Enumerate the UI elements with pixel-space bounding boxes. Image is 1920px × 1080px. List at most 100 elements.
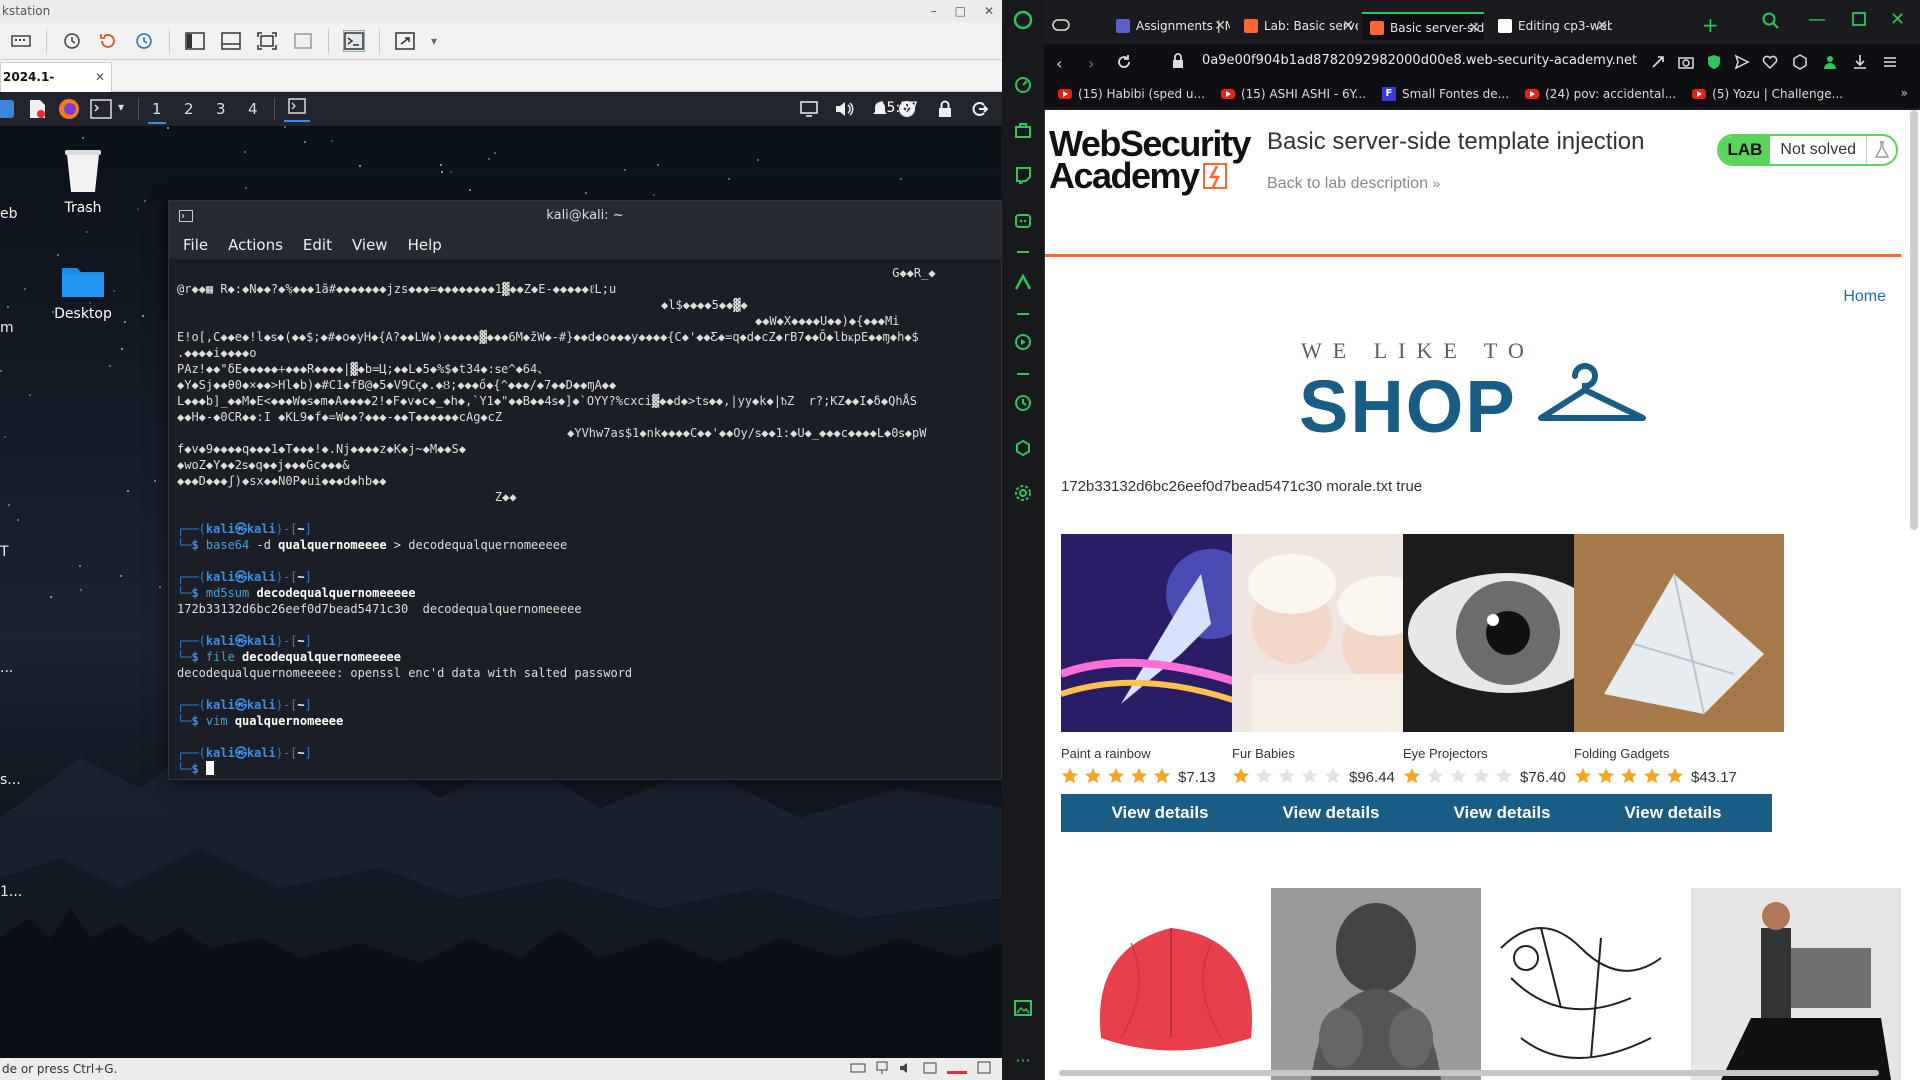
logout-icon[interactable] xyxy=(970,100,988,118)
search-tabs-icon[interactable] xyxy=(1762,12,1780,30)
chevron-down-icon[interactable]: ▾ xyxy=(430,30,438,52)
workspace-2[interactable]: 2 xyxy=(184,100,194,118)
minimize-icon[interactable]: — xyxy=(1808,9,1826,30)
snapshot-manager-icon[interactable] xyxy=(133,30,155,52)
menu-actions[interactable]: Actions xyxy=(228,236,283,254)
easy-setup-icon[interactable] xyxy=(1882,54,1898,70)
home-link[interactable]: Home xyxy=(1843,288,1886,306)
extensions-icon[interactable] xyxy=(1013,438,1033,458)
snapshot-icon[interactable] xyxy=(61,30,83,52)
gamepad-icon[interactable] xyxy=(1052,18,1070,32)
lock-icon[interactable] xyxy=(1172,53,1184,69)
stretch-view-icon[interactable] xyxy=(394,30,416,52)
address-bar[interactable]: 0a9e00f904b1ad8782092982000d00e8.web-sec… xyxy=(1202,53,1637,68)
heart-icon[interactable] xyxy=(1762,54,1778,70)
hdd-icon[interactable] xyxy=(850,1061,866,1075)
full-screen-icon[interactable] xyxy=(256,30,278,52)
discord-icon[interactable] xyxy=(1013,211,1033,231)
new-tab-button[interactable]: + xyxy=(1702,13,1719,37)
menu-view[interactable]: View xyxy=(352,236,388,254)
cube-icon[interactable] xyxy=(1792,54,1808,70)
forward-icon[interactable]: › xyxy=(1088,54,1094,73)
product-image-sketch[interactable] xyxy=(1481,888,1691,1080)
send-keys-icon[interactable] xyxy=(10,30,32,52)
firefox-icon[interactable] xyxy=(58,98,80,120)
unity-icon[interactable] xyxy=(292,30,314,52)
file-manager-icon[interactable] xyxy=(28,99,46,119)
gx-control-icon[interactable] xyxy=(1013,74,1033,94)
shield-icon[interactable] xyxy=(1706,54,1722,70)
browser-tab[interactable]: Lab: Basic server-si✕ xyxy=(1236,12,1358,40)
view-details-button[interactable]: View details xyxy=(1574,794,1772,832)
close-icon[interactable]: ✕ xyxy=(984,4,994,18)
close-tab-icon[interactable]: ✕ xyxy=(1214,12,1226,40)
menu-icon[interactable] xyxy=(0,100,14,118)
product-image-umbrella[interactable] xyxy=(1061,888,1271,1080)
settings-icon[interactable] xyxy=(1013,483,1033,503)
aria-icon[interactable] xyxy=(1013,272,1033,292)
wallpaper-icon[interactable] xyxy=(1013,998,1033,1018)
reload-icon[interactable] xyxy=(1116,54,1132,70)
bookmark[interactable]: (15) Habibi (sped u... xyxy=(1058,87,1205,101)
history-icon[interactable] xyxy=(1013,393,1033,413)
opera-logo-icon[interactable] xyxy=(1013,10,1033,30)
display-icon[interactable] xyxy=(800,101,818,117)
bookmark[interactable]: (24) pov: accidental... xyxy=(1525,87,1676,101)
close-tab-icon[interactable]: ✕ xyxy=(95,63,105,91)
close-icon[interactable]: ✕ xyxy=(1890,9,1905,30)
player-icon[interactable] xyxy=(1013,332,1033,352)
gx-corner-icon[interactable] xyxy=(1013,120,1033,140)
bookmark[interactable]: F Small Fontes de... xyxy=(1381,87,1509,101)
bookmark[interactable]: (15) ASHI ASHI - 6Y... xyxy=(1220,87,1366,101)
console-view-icon[interactable] xyxy=(343,29,365,52)
send-icon[interactable] xyxy=(1734,54,1750,70)
view-details-button[interactable]: View details xyxy=(1403,794,1601,832)
vm-tab[interactable]: 2024.1-vmware... ✕ xyxy=(0,62,112,112)
menu-help[interactable]: Help xyxy=(408,236,442,254)
revert-snapshot-icon[interactable] xyxy=(97,30,119,52)
message-icon[interactable] xyxy=(976,1061,992,1075)
product-image[interactable] xyxy=(1574,534,1784,732)
clock[interactable]: 15:57 xyxy=(878,100,918,116)
horizontal-scrollbar[interactable] xyxy=(1059,1070,1879,1076)
terminal-title-bar[interactable]: kali@kali: ~ xyxy=(169,201,1001,231)
close-tab-icon[interactable]: ✕ xyxy=(1468,14,1480,40)
workspace-3[interactable]: 3 xyxy=(216,100,226,118)
back-icon[interactable]: ‹ xyxy=(1056,54,1062,73)
download-icon[interactable] xyxy=(1852,54,1868,70)
library-view-icon[interactable] xyxy=(184,30,206,52)
browser-tab[interactable]: Editing cp3-web/R✕ xyxy=(1490,12,1612,40)
network-icon[interactable] xyxy=(874,1061,890,1075)
thumbnail-view-icon[interactable] xyxy=(220,30,242,52)
menu-edit[interactable]: Edit xyxy=(303,236,332,254)
product-image-presenter[interactable] xyxy=(1691,888,1901,1080)
sound-icon[interactable] xyxy=(898,1061,914,1075)
share-icon[interactable] xyxy=(1650,54,1666,70)
camera-icon[interactable] xyxy=(1678,54,1694,70)
terminal-window-button[interactable] xyxy=(284,98,310,122)
twitch-icon[interactable] xyxy=(1013,165,1033,185)
terminal-window[interactable]: kali@kali: ~ File Actions Edit View Help… xyxy=(168,200,1002,780)
volume-icon[interactable] xyxy=(834,100,854,118)
close-tab-icon[interactable]: ✕ xyxy=(1596,12,1608,40)
chevron-down-icon[interactable]: ▾ xyxy=(118,100,124,114)
maximize-icon[interactable] xyxy=(1852,12,1866,26)
bookmark[interactable]: (5) Yozu | Challenge... xyxy=(1692,87,1843,101)
lock-icon[interactable] xyxy=(938,100,952,118)
desktop-folder[interactable]: Desktop xyxy=(33,264,133,322)
view-details-button[interactable]: View details xyxy=(1232,794,1430,832)
desktop-trash[interactable]: Trash xyxy=(33,148,133,216)
back-to-lab-link[interactable]: Back to lab description » xyxy=(1267,175,1440,193)
product-image-muscle-dog[interactable] xyxy=(1271,888,1481,1080)
workspace-4[interactable]: 4 xyxy=(248,100,258,118)
web-security-academy-logo[interactable]: WebSecurity Academy xyxy=(1049,126,1251,194)
minimize-icon[interactable]: – xyxy=(931,4,937,18)
workspace-1[interactable]: 1 xyxy=(148,100,166,124)
browser-tab[interactable]: Basic server-side te✕ xyxy=(1362,12,1484,40)
more-bookmarks-icon[interactable]: » xyxy=(1901,86,1908,100)
view-details-button[interactable]: View details xyxy=(1061,794,1259,832)
profile-icon[interactable] xyxy=(1822,54,1838,70)
menu-file[interactable]: File xyxy=(183,236,208,254)
close-tab-icon[interactable]: ✕ xyxy=(1342,12,1354,40)
maximize-icon[interactable]: □ xyxy=(955,4,966,18)
